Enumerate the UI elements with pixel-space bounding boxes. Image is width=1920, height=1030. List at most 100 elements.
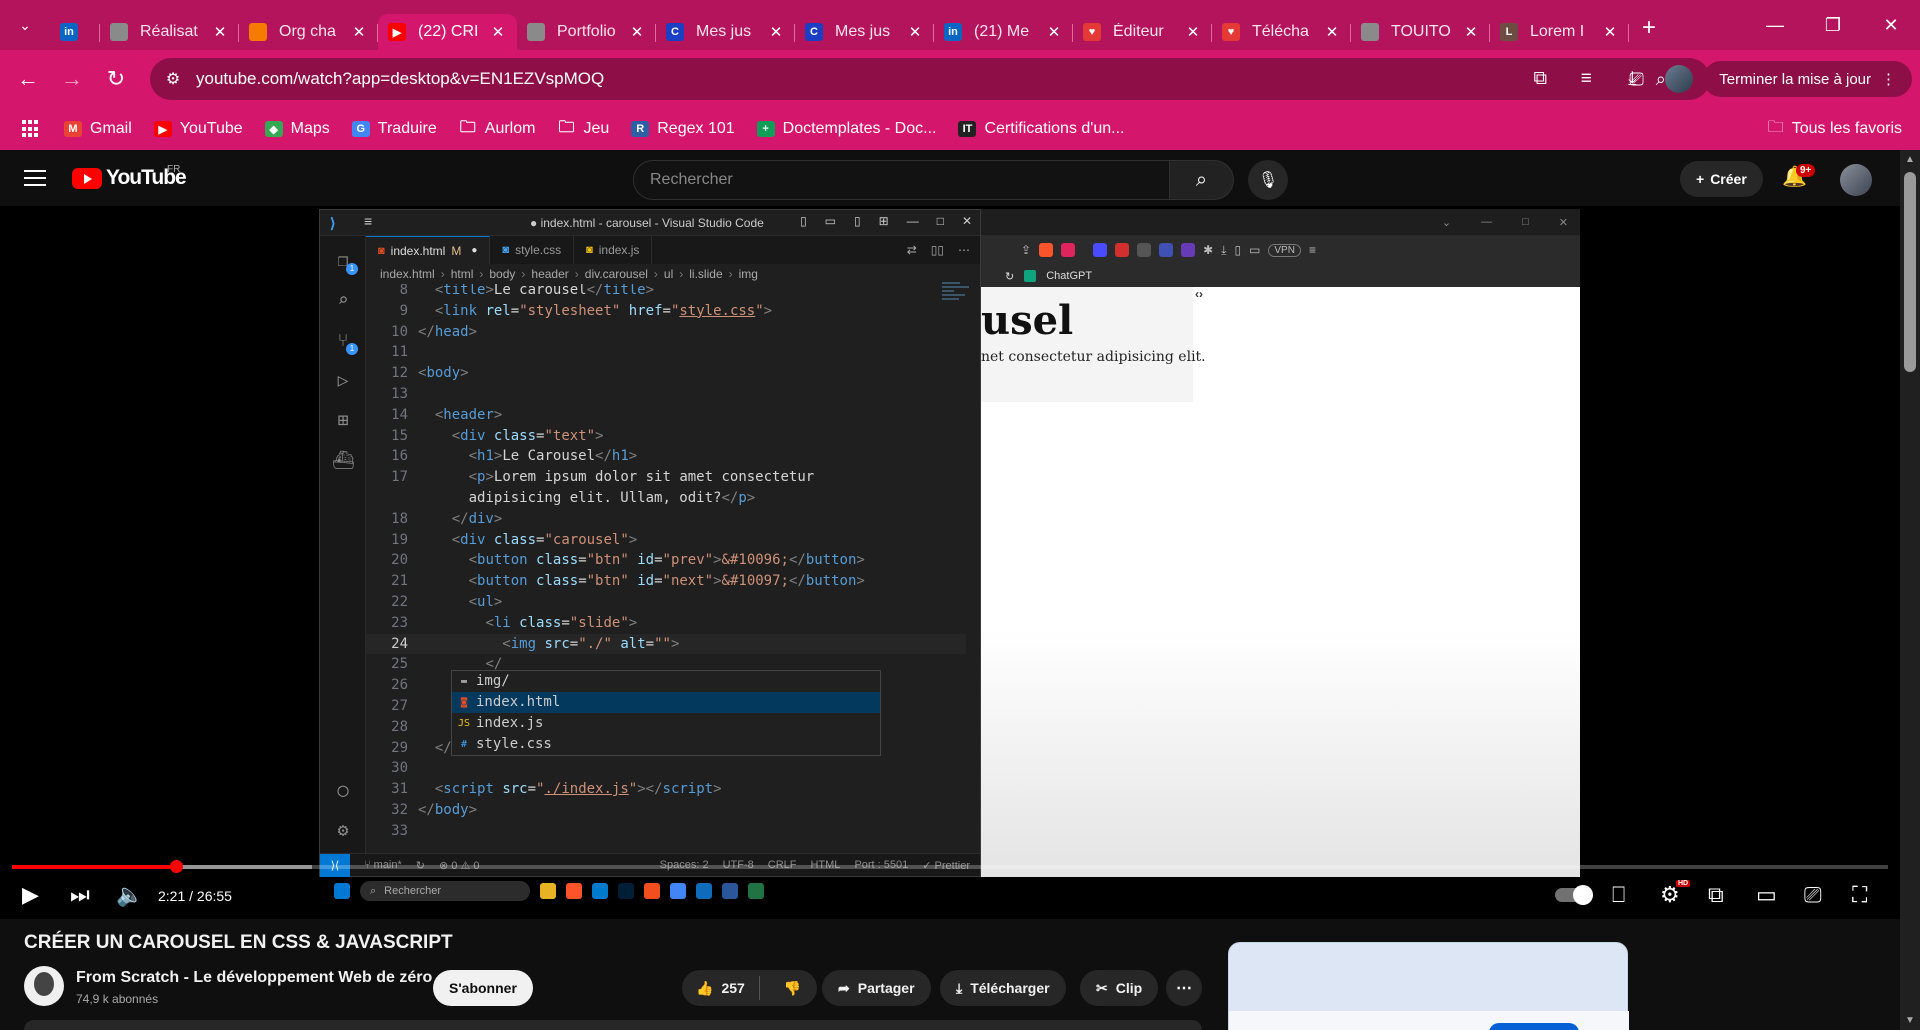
address-bar[interactable]: ⚙ youtube.com/watch?app=desktop&v=EN1EZV…: [150, 58, 1710, 100]
like-button[interactable]: 👍 257: [682, 976, 760, 1000]
code-line: 16 <h1>Le Carousel</h1>: [366, 446, 966, 467]
volume-button[interactable]: 🔈: [116, 882, 143, 908]
theater-mode-button[interactable]: ▭: [1756, 882, 1777, 908]
dislike-button[interactable]: 👎: [768, 980, 817, 997]
profile-avatar[interactable]: [1665, 65, 1694, 93]
site-info-icon[interactable]: ⚙: [150, 69, 196, 89]
bookmark-item[interactable]: IT Certifications d'un...: [958, 120, 1124, 138]
search-button[interactable]: ⌕: [1170, 160, 1234, 200]
bookmark-item[interactable]: 🗀 Jeu: [557, 119, 609, 138]
play-button[interactable]: ▶: [22, 882, 39, 908]
voice-search-button[interactable]: 🎙: [1248, 160, 1288, 200]
browser-tab[interactable]: in (21) Me ✕: [934, 14, 1073, 50]
search-input[interactable]: Rechercher: [633, 160, 1170, 200]
browser-tab[interactable]: C Mes jus ✕: [656, 14, 795, 50]
ad-action-button[interactable]: [1489, 1023, 1579, 1030]
hamburger-menu-icon: ≡: [364, 213, 373, 229]
bookmark-label: Certifications d'un...: [984, 120, 1125, 137]
bookmark-item[interactable]: R Regex 101: [631, 120, 735, 138]
browser-tab[interactable]: Réalisat ✕: [100, 14, 239, 50]
browser-tab[interactable]: ▶ (22) CRI ✕: [378, 14, 517, 50]
close-tab-icon[interactable]: ✕: [1601, 23, 1619, 41]
share-button[interactable]: ➦ Partager: [822, 970, 931, 1006]
video-player[interactable]: ⟩ ≡ ● index.html - carousel - Visual Stu…: [0, 206, 1900, 919]
account-avatar[interactable]: [1840, 164, 1872, 196]
close-tab-icon[interactable]: ✕: [1045, 23, 1063, 41]
bookmark-item[interactable]: ▶ YouTube: [153, 120, 243, 138]
autoplay-toggle[interactable]: [1555, 885, 1593, 905]
tab-search-button[interactable]: ⌄: [0, 0, 50, 50]
back-button[interactable]: ←: [6, 57, 50, 101]
close-tab-icon[interactable]: ✕: [489, 23, 507, 41]
editor-tab-label: index.html: [390, 243, 446, 258]
browser-tab[interactable]: Org cha ✕: [239, 14, 378, 50]
browser-tab[interactable]: C Mes jus ✕: [795, 14, 934, 50]
video-progress-bar[interactable]: [12, 860, 1888, 873]
download-icon[interactable]: ⤓: [1609, 68, 1655, 90]
line-number: 32: [391, 802, 408, 818]
bookmark-item[interactable]: ◆ Maps: [264, 120, 330, 138]
breadcrumb-separator-icon: ›: [479, 267, 484, 281]
page-scrollbar[interactable]: ▲ ▼: [1900, 150, 1920, 1030]
reload-button[interactable]: ↻: [94, 57, 138, 101]
code-line: 15 <div class="text">: [366, 426, 966, 447]
clip-button[interactable]: ✂ Clip: [1080, 970, 1159, 1006]
close-tab-icon[interactable]: ✕: [1462, 23, 1480, 41]
minimize-button[interactable]: —: [1746, 0, 1804, 50]
subscribe-button[interactable]: S'abonner: [433, 970, 533, 1006]
search-icon: ⌕: [337, 290, 349, 311]
close-tab-icon[interactable]: ✕: [1184, 23, 1202, 41]
vscode-window-title: ● index.html - carousel - Visual Studio …: [530, 216, 764, 230]
close-tab-icon[interactable]: ✕: [350, 23, 368, 41]
close-tab-icon[interactable]: ✕: [1323, 23, 1341, 41]
browser-tab[interactable]: in: [50, 14, 100, 50]
docker-icon: ⛴: [332, 450, 355, 471]
create-button[interactable]: + Créer: [1680, 161, 1763, 197]
close-tab-icon[interactable]: ✕: [906, 23, 924, 41]
close-tab-icon[interactable]: ✕: [767, 23, 785, 41]
miniplayer-button[interactable]: ⧉: [1708, 882, 1724, 908]
subtitles-button[interactable]: ⎕: [1612, 882, 1625, 908]
maximize-button[interactable]: ❐: [1804, 0, 1862, 50]
menu-icon[interactable]: [24, 170, 46, 186]
bookmark-item[interactable]: 🗀 Aurlom: [459, 119, 536, 138]
close-tab-icon[interactable]: ✕: [628, 23, 646, 41]
description-box[interactable]: [24, 1020, 1202, 1030]
download-button[interactable]: ⤓ Télécharger: [940, 970, 1066, 1006]
arrow-left-icon: ←: [17, 66, 39, 91]
update-button[interactable]: Terminer la mise à jour ⋮: [1703, 61, 1912, 97]
editor-tab: ◙ style.css: [490, 236, 575, 264]
scrollbar-thumb[interactable]: [1904, 172, 1916, 372]
subscriber-count: 74,9 k abonnés: [76, 992, 159, 1006]
reload-icon: ↻: [106, 66, 126, 91]
new-tab-button[interactable]: +: [1629, 14, 1669, 42]
bookmark-item[interactable]: G Traduire: [351, 120, 437, 138]
browser-tab[interactable]: ♥ Télécha ✕: [1212, 14, 1351, 50]
code-content: <img src="./" alt="">: [502, 635, 680, 652]
folder-icon: 🗀: [1767, 118, 1784, 136]
apps-grid-icon[interactable]: [22, 120, 40, 138]
next-button[interactable]: ⏭: [70, 882, 90, 908]
bookmark-item[interactable]: M Gmail: [64, 120, 132, 138]
cast-button[interactable]: ⎚: [1804, 882, 1822, 908]
browser-tab[interactable]: TOUITO ✕: [1351, 14, 1490, 50]
scroll-down-icon[interactable]: ▼: [1905, 1015, 1915, 1026]
extensions-icon[interactable]: ⧉: [1517, 68, 1563, 90]
browser-tab[interactable]: ♥ Éditeur ✕: [1073, 14, 1212, 50]
browser-tab[interactable]: Portfolio ✕: [517, 14, 656, 50]
close-tab-icon[interactable]: ✕: [211, 23, 229, 41]
media-control-icon[interactable]: ≡: [1563, 68, 1609, 90]
channel-avatar[interactable]: [24, 966, 64, 1006]
forward-button[interactable]: →: [50, 57, 94, 101]
scroll-up-icon[interactable]: ▲: [1905, 154, 1915, 165]
all-bookmarks[interactable]: 🗀 Tous les favoris: [1768, 108, 1902, 150]
bookmark-item[interactable]: + Doctemplates - Doc...: [756, 120, 936, 138]
browser-tab[interactable]: L Lorem I ✕: [1490, 14, 1629, 50]
sidebar-ad-card[interactable]: [1228, 942, 1629, 1030]
like-count: 257: [721, 980, 745, 996]
url-text[interactable]: youtube.com/watch?app=desktop&v=EN1EZVsp…: [196, 69, 1629, 89]
close-window-button[interactable]: ✕: [1862, 0, 1920, 50]
more-actions-button[interactable]: ⋯: [1166, 970, 1202, 1006]
fullscreen-button[interactable]: ⛶: [1852, 882, 1867, 908]
channel-name[interactable]: From Scratch - Le développement Web de z…: [76, 969, 432, 987]
